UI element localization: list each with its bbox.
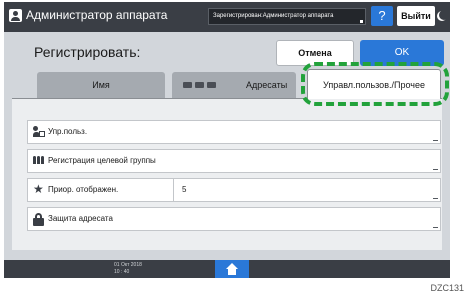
expand-marker-icon xyxy=(433,227,438,228)
tab-addresses-label: Адресаты xyxy=(246,80,288,90)
date-time-display: 01 Окт 2018 10 : 40 xyxy=(114,262,142,276)
row-display-priority-label: Приор. отображен. xyxy=(48,185,119,194)
expand-marker-icon xyxy=(433,140,438,141)
login-status-field[interactable]: Зарегистрирован:Администратор аппарата xyxy=(208,8,366,25)
user-icon xyxy=(9,9,22,22)
bottom-bar: 01 Окт 2018 10 : 40 xyxy=(4,260,450,278)
row-user-code[interactable]: Упр.польз. xyxy=(27,120,441,144)
energy-saver-moon-icon[interactable] xyxy=(439,8,449,24)
row-display-priority[interactable]: ★ Приор. отображен. 5 xyxy=(27,178,441,202)
tab-name[interactable]: Имя xyxy=(37,72,165,98)
home-button[interactable] xyxy=(215,260,249,278)
top-bar-title: Администратор аппарата xyxy=(26,8,168,22)
home-icon xyxy=(225,263,239,275)
display-priority-value: 5 xyxy=(182,185,187,194)
star-icon: ★ xyxy=(33,182,44,196)
expand-marker-icon xyxy=(433,198,438,199)
expand-marker-icon xyxy=(433,169,438,170)
address-groups-icon xyxy=(183,82,219,88)
top-bar: Администратор аппарата Зарегистрирован:А… xyxy=(4,2,450,32)
row-address-protection-label: Защита адресата xyxy=(48,214,113,223)
lock-icon xyxy=(33,213,45,226)
divider xyxy=(173,179,174,201)
group-icon xyxy=(33,156,45,168)
login-status-text: Зарегистрирован:Администратор аппарата xyxy=(213,13,334,19)
row-group-registration-label: Регистрация целевой группы xyxy=(48,156,156,165)
row-address-protection[interactable]: Защита адресата xyxy=(27,207,441,231)
tab-name-label: Имя xyxy=(92,80,110,90)
page-title: Регистрировать: xyxy=(34,44,141,60)
tab-addresses[interactable]: Адресаты xyxy=(172,72,296,98)
figure-code: DZC131 xyxy=(430,283,464,293)
row-user-code-label: Упр.польз. xyxy=(48,127,88,136)
device-screen: Администратор аппарата Зарегистрирован:А… xyxy=(4,2,450,278)
help-button[interactable]: ? xyxy=(371,6,393,26)
time-text: 10 : 40 xyxy=(114,269,130,275)
row-group-registration[interactable]: Регистрация целевой группы xyxy=(27,149,441,173)
user-code-icon xyxy=(33,126,45,138)
date-text: 01 Окт 2018 xyxy=(114,262,142,268)
logout-button[interactable]: Выйти xyxy=(397,6,435,26)
highlight-callout-frame xyxy=(301,62,449,106)
expand-marker-icon xyxy=(360,20,363,23)
